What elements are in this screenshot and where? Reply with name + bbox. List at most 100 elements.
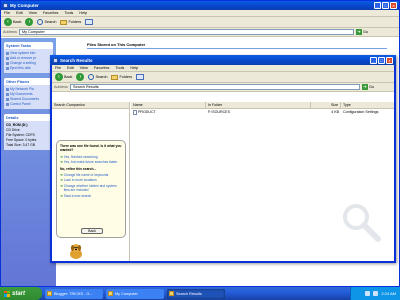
- close-button[interactable]: ×: [386, 56, 393, 64]
- arrow-icon: ➜: [60, 154, 63, 159]
- views-button[interactable]: [85, 19, 94, 25]
- back-arrow-icon: ‹: [4, 18, 12, 26]
- network-icon: [6, 88, 9, 91]
- menu-file[interactable]: File: [55, 66, 61, 70]
- folder-icon: [60, 19, 68, 25]
- search-dog-icon[interactable]: [67, 242, 85, 260]
- maximize-button[interactable]: □: [378, 56, 385, 64]
- eject-icon: [6, 67, 9, 70]
- address-label: Address: [54, 85, 68, 89]
- address-bar: Address My Computer ➔ Go: [1, 28, 399, 37]
- system-tray: 2:24 AM: [350, 287, 400, 300]
- tray-network-icon[interactable]: [365, 291, 371, 296]
- menu-favorites[interactable]: Favorites: [94, 66, 110, 70]
- option-hidden-files[interactable]: ➜ Change whether hidden and system files …: [60, 184, 122, 193]
- windows-flag-icon: [4, 290, 10, 297]
- search-results-titlebar[interactable]: Search Results _ □ ×: [50, 55, 396, 65]
- maximize-button[interactable]: □: [382, 2, 389, 9]
- programs-icon: [6, 57, 9, 60]
- column-type[interactable]: Type: [341, 102, 394, 108]
- forward-button[interactable]: ›: [25, 18, 34, 26]
- toolbar: ‹ Back › Search Folders: [1, 17, 399, 28]
- menu-edit[interactable]: Edit: [16, 11, 23, 15]
- window-title: My Computer: [10, 3, 39, 8]
- menu-file[interactable]: File: [4, 11, 10, 15]
- shared-folder-icon: [6, 98, 9, 101]
- system-tasks-title[interactable]: System Tasks: [4, 42, 53, 49]
- search-window-title: Search Results: [60, 57, 93, 63]
- refine-title: No, refine this search...: [60, 166, 97, 171]
- search-window-icon: [53, 57, 58, 63]
- column-in-folder[interactable]: In Folder: [206, 102, 311, 108]
- search-button[interactable]: Search: [37, 19, 56, 25]
- search-address-input[interactable]: Search Results: [69, 84, 360, 90]
- control-panel-icon: [6, 103, 9, 106]
- taskbar-my-computer[interactable]: My Computer: [106, 288, 164, 299]
- computer-icon: [108, 291, 113, 296]
- search-companion-header: Search Companion: [52, 102, 129, 109]
- menu-help[interactable]: Help: [130, 66, 138, 70]
- search-icon: [169, 291, 174, 296]
- address-label: Address: [3, 30, 17, 34]
- option-change-name[interactable]: ➜ Change file name or keywords: [60, 173, 122, 177]
- menu-tools[interactable]: Tools: [64, 11, 73, 15]
- go-button[interactable]: ➔ Go: [361, 84, 374, 90]
- menu-view[interactable]: View: [29, 11, 37, 15]
- arrow-icon: ➜: [60, 178, 63, 183]
- details-title[interactable]: Details: [4, 114, 53, 121]
- arrow-icon: ➜: [60, 183, 63, 188]
- my-computer-titlebar[interactable]: My Computer _ □ ×: [1, 1, 399, 10]
- minimize-button[interactable]: _: [374, 2, 381, 9]
- option-more-locations[interactable]: ➜ Look in more locations: [60, 178, 122, 182]
- forward-button[interactable]: ›: [76, 73, 85, 81]
- menu-view[interactable]: View: [80, 66, 88, 70]
- task-eject-disk[interactable]: Eject this disk: [6, 66, 51, 71]
- menu-help[interactable]: Help: [79, 11, 87, 15]
- details-total: Total Size: 3.47 GB: [6, 143, 36, 147]
- address-input[interactable]: My Computer: [18, 29, 354, 35]
- magnifier-watermark-icon: [343, 204, 381, 242]
- option-new-search[interactable]: ➜ Start a new search: [60, 194, 122, 198]
- option-faster[interactable]: ➜ Yes, but make future searches faster: [60, 160, 122, 164]
- minimize-button[interactable]: _: [370, 56, 377, 64]
- result-folder: F:\SOURCES: [208, 110, 230, 114]
- result-size: 4 KB: [331, 110, 339, 114]
- menu-edit[interactable]: Edit: [67, 66, 74, 70]
- clock[interactable]: 2:24 AM: [381, 291, 396, 296]
- other-places-title[interactable]: Other Places: [4, 78, 53, 85]
- companion-question: There was one file found. Is it what you…: [60, 144, 122, 153]
- taskbar-search-results[interactable]: Search Results: [167, 288, 225, 299]
- go-arrow-icon: ➔: [361, 84, 368, 90]
- back-button[interactable]: ‹ Back: [55, 73, 72, 81]
- computer-icon: [3, 3, 8, 8]
- menu-favorites[interactable]: Favorites: [43, 11, 59, 15]
- menu-bar: File Edit View Favorites Tools Help: [1, 10, 399, 17]
- start-button[interactable]: start: [0, 287, 42, 300]
- folders-button[interactable]: Folders: [60, 19, 81, 25]
- documents-icon: [6, 93, 9, 96]
- search-icon: [88, 74, 95, 80]
- arrow-icon: ➜: [60, 173, 63, 178]
- arrow-icon: ➜: [60, 193, 63, 198]
- system-tasks-panel: System Tasks View system info Add or rem…: [4, 42, 53, 73]
- column-name[interactable]: Name: [131, 102, 206, 108]
- search-button[interactable]: Search: [88, 74, 107, 80]
- result-name: PRODUCT: [138, 110, 156, 114]
- place-control-panel[interactable]: Control Panel: [6, 102, 51, 107]
- option-finished[interactable]: ➜ Yes, finished searching: [60, 155, 122, 159]
- views-button[interactable]: [136, 74, 145, 80]
- folders-button[interactable]: Folders: [111, 74, 132, 80]
- companion-back-button[interactable]: Back: [81, 228, 103, 234]
- arrow-icon: ➜: [60, 160, 63, 165]
- go-arrow-icon: ➔: [355, 29, 362, 35]
- go-button[interactable]: ➔ Go: [355, 29, 368, 35]
- taskbar-blogger[interactable]: Blogger: TRICKS - G...: [45, 288, 103, 299]
- menu-tools[interactable]: Tools: [115, 66, 124, 70]
- other-places-panel: Other Places My Network Pla My Documents…: [4, 78, 53, 109]
- table-row[interactable]: PRODUCT F:\SOURCES 4 KB Configuration Se…: [131, 109, 394, 115]
- close-button[interactable]: ×: [390, 2, 397, 9]
- companion-bubble: There was one file found. Is it what you…: [56, 140, 126, 238]
- back-button[interactable]: ‹ Back: [4, 18, 21, 26]
- column-size[interactable]: Size: [311, 102, 341, 108]
- tray-volume-icon[interactable]: [373, 291, 379, 296]
